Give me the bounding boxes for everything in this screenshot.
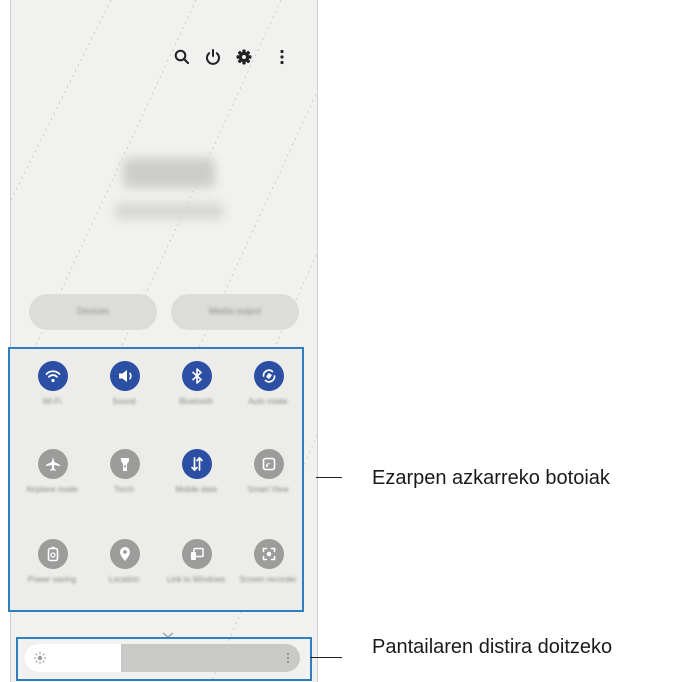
tile-label: Sound [112, 397, 136, 406]
tile-bluetooth[interactable]: Bluetooth [160, 351, 232, 429]
location-icon [110, 539, 140, 569]
tile-label: Mobile data [175, 485, 217, 494]
tile-label: Bluetooth [179, 397, 213, 406]
settings-icon[interactable] [233, 46, 255, 68]
blurred-clock [123, 158, 215, 188]
sound-icon [110, 361, 140, 391]
tile-label: Wi-Fi [42, 397, 62, 406]
wifi-icon [38, 361, 68, 391]
tile-auto-rotate[interactable]: Auto rotate [232, 351, 304, 429]
callout-connector-brightness [310, 657, 342, 658]
brightness-sun-icon [33, 651, 47, 665]
tile-label: Smart View [247, 485, 289, 494]
tile-torch[interactable]: Torch [88, 439, 160, 517]
power-saving-icon [38, 539, 68, 569]
tile-airplane[interactable]: Airplane mode [16, 439, 88, 517]
blurred-date [115, 203, 223, 219]
tile-wifi[interactable]: Wi-Fi [16, 351, 88, 429]
tile-label: Auto rotate [248, 397, 288, 406]
tile-label: Location [108, 575, 140, 584]
tile-label: Airplane mode [26, 485, 78, 494]
tile-label: Screen recorder [239, 575, 297, 584]
top-toolbar [11, 46, 317, 70]
tile-power-saving[interactable]: Power saving [16, 529, 88, 607]
callout-connector-quick-settings [316, 477, 342, 478]
auto-rotate-icon [254, 361, 284, 391]
more-vertical-icon[interactable] [271, 46, 293, 68]
search-icon[interactable] [171, 46, 193, 68]
brightness-slider[interactable] [24, 644, 300, 672]
tile-label: Torch [114, 485, 134, 494]
media-output-button[interactable]: Media output [171, 294, 299, 330]
link-windows-icon [182, 539, 212, 569]
tile-location[interactable]: Location [88, 529, 160, 607]
flashlight-icon [110, 449, 140, 479]
callout-quick-settings: Ezarpen azkarreko botoiak [372, 467, 610, 489]
cast-icon [254, 449, 284, 479]
callout-brightness: Pantailaren distira doitzeko [372, 636, 613, 658]
tile-smart-view[interactable]: Smart View [232, 439, 304, 517]
mobile-data-icon [182, 449, 212, 479]
tile-screen-recorder[interactable]: Screen recorder [232, 529, 304, 607]
quick-settings-grid: Wi-Fi Sound Bluetooth Auto rotate Airpla… [8, 347, 304, 612]
chevron-down-icon[interactable] [161, 626, 175, 638]
devices-button[interactable]: Devices [29, 294, 157, 330]
tile-mobile-data[interactable]: Mobile data [160, 439, 232, 517]
brightness-more-icon[interactable] [286, 652, 290, 664]
tile-sound[interactable]: Sound [88, 351, 160, 429]
tile-link-to-windows[interactable]: Link to Windows [160, 529, 232, 607]
bluetooth-icon [182, 361, 212, 391]
screen-recorder-icon [254, 539, 284, 569]
tile-label: Power saving [27, 575, 77, 584]
airplane-icon [38, 449, 68, 479]
tile-label: Link to Windows [166, 575, 226, 584]
power-icon[interactable] [202, 46, 224, 68]
